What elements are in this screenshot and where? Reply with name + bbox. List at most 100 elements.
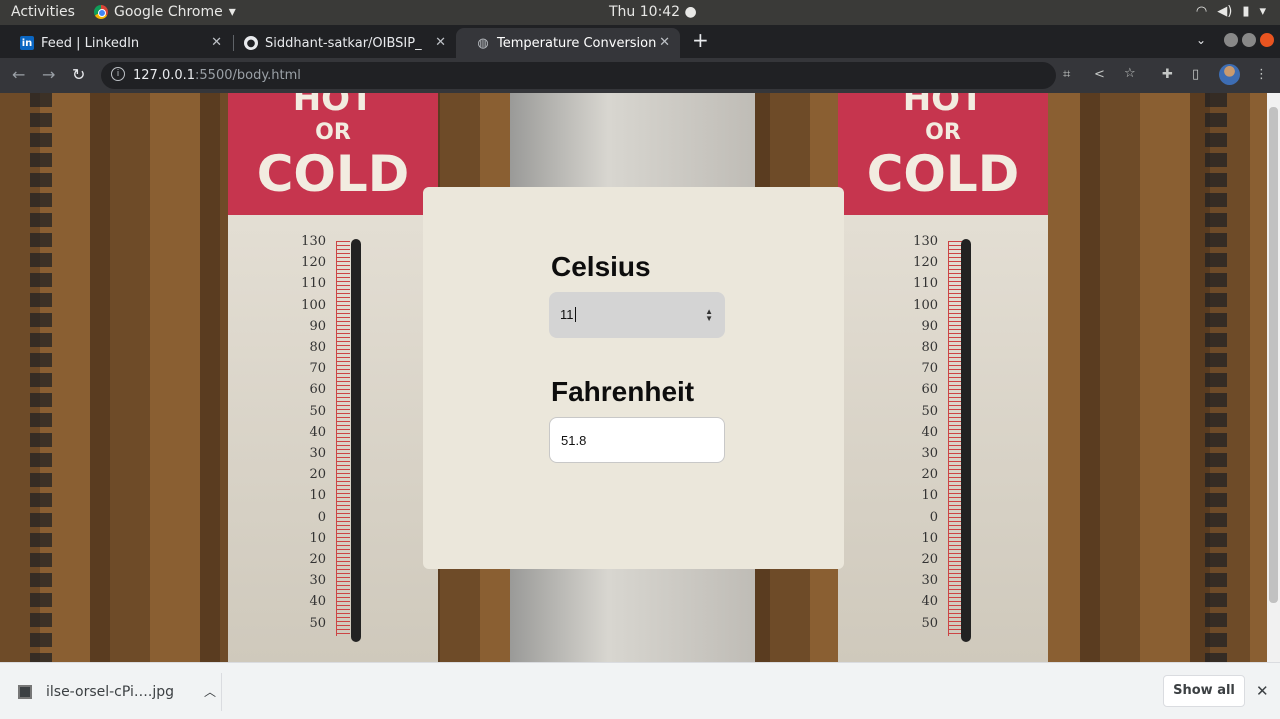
scale-label: 110	[913, 276, 938, 292]
scale-label: 60	[921, 382, 938, 398]
text-cursor	[574, 307, 576, 322]
sign-text: OR	[925, 120, 961, 145]
scale-label: 20	[309, 467, 326, 483]
close-icon[interactable]: ✕	[435, 35, 446, 50]
sign-text: HOT	[292, 93, 374, 119]
sign-text: OR	[315, 120, 351, 145]
tab-title: Feed | LinkedIn	[41, 35, 140, 51]
scale-label: 80	[309, 340, 326, 356]
scale-label: 30	[921, 573, 938, 589]
thermometer-sign-left: HOT OR COLD 130 120 110 100 90 80 70 60 50 40 30 20…	[228, 93, 438, 662]
tab-linkedin[interactable]: in Feed | LinkedIn ✕	[0, 28, 232, 58]
scale-label: 50	[309, 615, 326, 631]
scale-label: 0	[929, 509, 938, 525]
scale-label: 100	[913, 297, 938, 313]
scale-label: 50	[921, 403, 938, 419]
share-icon[interactable]: <	[1094, 67, 1105, 82]
sign-text: COLD	[866, 145, 1020, 203]
page-scrollbar[interactable]	[1267, 93, 1280, 662]
tab-temperature-conversion[interactable]: ◍ Temperature Conversion ✕	[456, 28, 680, 58]
clock[interactable]: Thu 10:42 ●	[609, 4, 697, 20]
system-top-bar: Activities Google Chrome ▾ Thu 10:42 ● ◠…	[0, 0, 1280, 25]
celsius-label: Celsius	[551, 251, 651, 282]
celsius-input[interactable]: 11 ▲ ▼	[549, 292, 725, 338]
scale-label: 10	[921, 488, 938, 504]
converter-card: Celsius 11 ▲ ▼ Fahrenheit 51.8	[423, 187, 844, 569]
scale-ticks	[948, 241, 962, 636]
scale-label: 70	[921, 361, 938, 377]
app-menu[interactable]: Google Chrome ▾	[94, 4, 236, 20]
back-button[interactable]: ←	[12, 65, 25, 84]
temperature-scale: 130 120 110 100 90 80 70 60 50 40 30 20 10 0 10 20 30 40 5…	[286, 231, 326, 634]
menu-icon[interactable]: ⋮	[1255, 67, 1268, 82]
scale-label: 10	[921, 530, 938, 546]
thermometer-sign-right: HOT OR COLD 130 120 110 100 90 80 70 60 50 40 30 20…	[838, 93, 1048, 662]
celsius-value: 11	[560, 307, 574, 322]
address-bar[interactable]: i 127.0.0.1:5500/body.html ⌗ < ☆	[101, 62, 1136, 89]
fahrenheit-value: 51.8	[561, 433, 587, 448]
download-bar: ilse-orsel-cPi….jpg ︿ Show all ✕	[0, 662, 1280, 719]
scale-label: 20	[309, 552, 326, 568]
thermometer-tube	[961, 239, 971, 642]
close-icon[interactable]: ✕	[1256, 682, 1269, 700]
fahrenheit-input[interactable]: 51.8	[549, 417, 725, 463]
activities-button[interactable]: Activities	[11, 4, 75, 20]
temperature-scale: 130 120 110 100 90 80 70 60 50 40 30 20 10 0 10 20 30 40 5…	[898, 231, 938, 634]
close-icon[interactable]: ✕	[211, 35, 222, 50]
window-controls	[1224, 33, 1274, 47]
tab-github[interactable]: ● Siddhant-satkar/OIBSIP_ ✕	[224, 28, 456, 58]
scale-label: 90	[309, 318, 326, 334]
chevron-down-icon: ▾	[228, 4, 236, 20]
profile-avatar[interactable]	[1219, 64, 1240, 85]
scale-label: 40	[921, 594, 938, 610]
scale-ticks	[336, 241, 350, 636]
scale-label: 30	[309, 446, 326, 462]
scale-label: 50	[921, 615, 938, 631]
close-icon[interactable]: ✕	[659, 35, 670, 50]
scale-label: 30	[309, 573, 326, 589]
url-path: :5500/body.html	[195, 68, 301, 83]
bookmark-star-icon[interactable]: ☆	[1124, 66, 1136, 81]
scale-label: 40	[921, 424, 938, 440]
scale-label: 130	[301, 234, 326, 249]
scale-label: 0	[317, 509, 326, 525]
forward-button[interactable]: →	[42, 65, 55, 84]
scale-label: 20	[921, 552, 938, 568]
scale-label: 90	[921, 318, 938, 334]
download-item[interactable]: ilse-orsel-cPi….jpg ︿	[18, 683, 216, 700]
system-tray[interactable]: ◠ ◀) ▮ ▾	[1196, 4, 1266, 19]
chevron-up-icon[interactable]: ︿	[204, 683, 216, 700]
tab-strip: in Feed | LinkedIn ✕ ● Siddhant-satkar/O…	[0, 25, 1280, 58]
close-window-button[interactable]	[1260, 33, 1274, 47]
volume-icon: ◀)	[1217, 4, 1233, 19]
translate-icon[interactable]: ⌗	[1063, 67, 1070, 82]
minimize-button[interactable]	[1224, 33, 1238, 47]
app-name: Google Chrome	[114, 4, 223, 20]
scale-label: 100	[301, 297, 326, 313]
scrollbar-thumb[interactable]	[1269, 107, 1278, 603]
scale-label: 40	[309, 424, 326, 440]
new-tab-button[interactable]: +	[692, 28, 709, 52]
tab-search-button[interactable]: ⌄	[1196, 33, 1206, 47]
page-background: HOT OR COLD 130 120 110 100 90 80 70 60 50 40 30 20…	[0, 93, 1267, 662]
download-file-name: ilse-orsel-cPi….jpg	[46, 683, 175, 700]
number-spinner-icon[interactable]: ▲ ▼	[705, 308, 713, 323]
scale-label: 40	[309, 594, 326, 610]
chain-decoration	[30, 93, 52, 662]
divider	[221, 673, 222, 711]
info-icon[interactable]: i	[111, 67, 125, 81]
scale-label: 120	[301, 255, 326, 271]
reload-button[interactable]: ↻	[72, 65, 85, 84]
side-panel-icon[interactable]: ▯	[1192, 67, 1199, 82]
fahrenheit-label: Fahrenheit	[551, 376, 695, 407]
maximize-button[interactable]	[1242, 33, 1256, 47]
scale-label: 110	[301, 276, 326, 292]
show-all-button[interactable]: Show all	[1163, 675, 1245, 707]
scale-label: 60	[309, 382, 326, 398]
battery-icon: ▮	[1242, 4, 1250, 19]
image-file-icon	[18, 684, 32, 699]
scale-label: 130	[913, 234, 938, 249]
globe-icon: ◍	[477, 35, 489, 51]
extensions-icon[interactable]: ✚	[1162, 67, 1173, 82]
scale-label: 10	[309, 530, 326, 546]
